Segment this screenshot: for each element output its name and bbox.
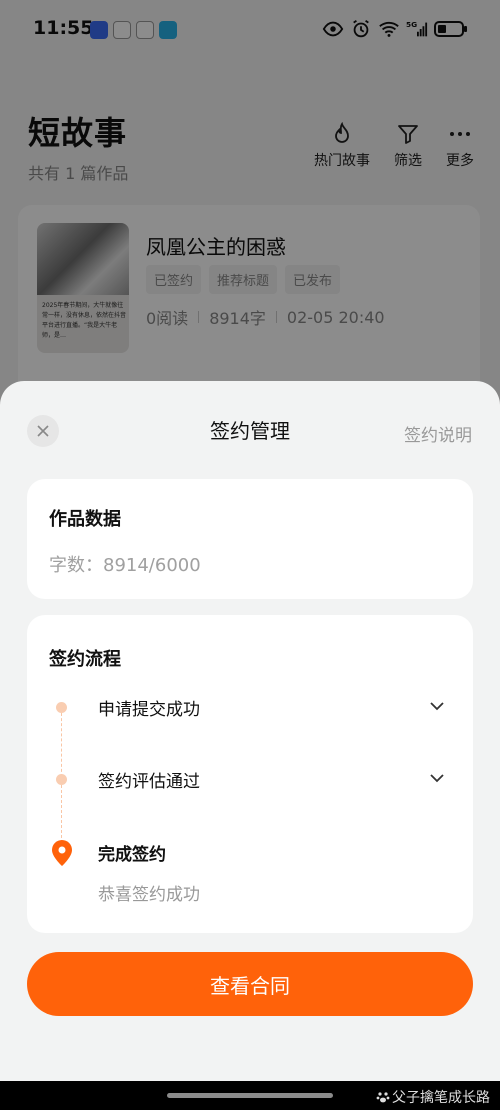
chevron-down-icon[interactable] xyxy=(429,698,445,714)
location-pin-icon xyxy=(52,840,72,866)
flow-connector xyxy=(61,713,62,777)
step-submitted: 申请提交成功 xyxy=(98,700,200,720)
navigation-bar: 父子擒笔成长路 xyxy=(0,1081,500,1110)
step-dot xyxy=(56,774,67,785)
step-completed: 完成签约 xyxy=(98,845,166,865)
watermark-text: 父子擒笔成长路 xyxy=(392,1090,490,1106)
contract-help-link[interactable]: 签约说明 xyxy=(404,421,472,446)
view-contract-button[interactable]: 查看合同 xyxy=(27,952,473,1016)
congrats-text: 恭喜签约成功 xyxy=(98,885,200,905)
home-indicator[interactable] xyxy=(167,1093,333,1098)
work-data-card: 作品数据 字数：8914/6000 xyxy=(27,479,473,599)
contract-flow-title: 签约流程 xyxy=(49,649,121,670)
word-count: 字数：8914/6000 xyxy=(49,555,201,576)
step-dot xyxy=(56,702,67,713)
contract-flow-card: 签约流程 申请提交成功 签约评估通过 完成签约 恭喜签约成功 xyxy=(27,615,473,933)
paw-icon xyxy=(376,1092,390,1103)
work-data-title: 作品数据 xyxy=(49,509,121,530)
flow-connector xyxy=(61,785,62,843)
contract-management-sheet: 签约管理 签约说明 作品数据 字数：8914/6000 签约流程 申请提交成功 … xyxy=(0,381,500,1081)
watermark: 父子擒笔成长路 xyxy=(376,1087,490,1107)
step-evaluated: 签约评估通过 xyxy=(98,772,200,792)
chevron-down-icon[interactable] xyxy=(429,770,445,786)
